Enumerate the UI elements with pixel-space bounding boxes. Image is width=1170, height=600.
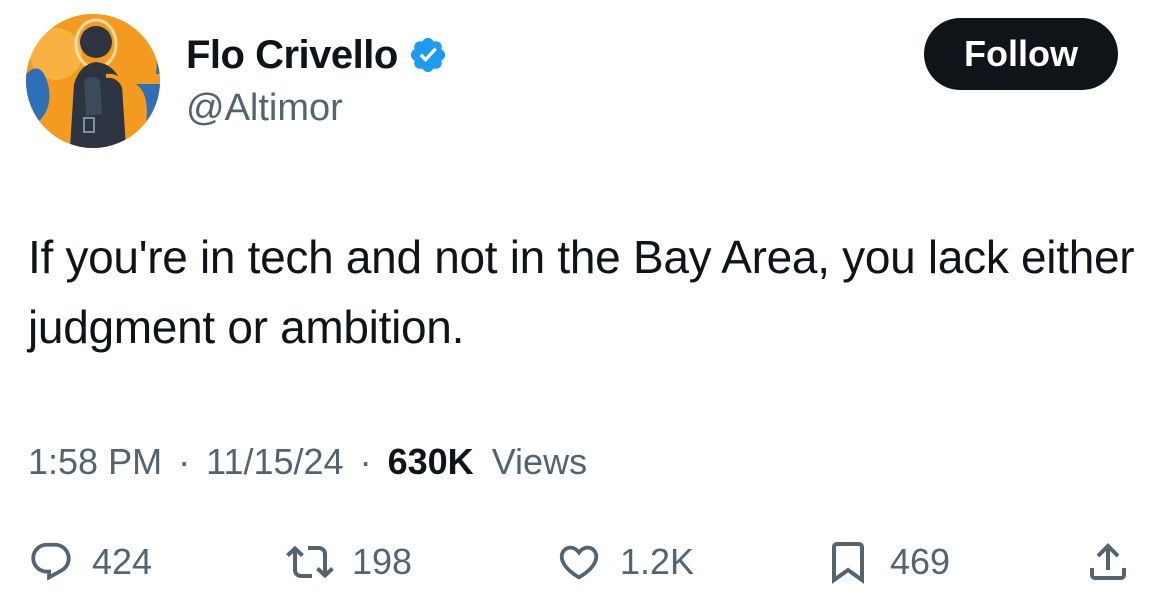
like-count: 1.2K (620, 541, 695, 582)
meta-separator: · (359, 441, 372, 482)
tweet-card: Flo Crivello @Altimor Follow If you're i… (0, 0, 1170, 600)
meta-separator: · (178, 441, 191, 482)
tweet-date[interactable]: 11/15/24 (206, 441, 343, 482)
follow-button[interactable]: Follow (924, 18, 1118, 90)
bookmark-count: 469 (890, 541, 951, 582)
author-handle[interactable]: @Altimor (186, 84, 343, 132)
reply-icon (28, 539, 74, 585)
tweet-time[interactable]: 1:58 PM (28, 441, 162, 482)
author-name-row: Flo Crivello (186, 30, 448, 80)
bookmark-button[interactable]: 469 (824, 530, 950, 594)
retweet-button[interactable]: 198 (286, 530, 412, 594)
share-button[interactable] (1084, 530, 1132, 594)
tweet-text: If you're in tech and not in the Bay Are… (28, 231, 1135, 353)
share-icon (1084, 538, 1132, 586)
author-display-name[interactable]: Flo Crivello (186, 30, 398, 80)
avatar[interactable] (26, 14, 160, 148)
views-count: 630K (387, 441, 474, 482)
bookmark-icon (824, 538, 872, 586)
avatar-image (26, 14, 160, 148)
retweet-count: 198 (352, 541, 413, 582)
action-bar: 424 198 1.2K 469 (0, 530, 1170, 594)
reply-button[interactable]: 424 (28, 530, 152, 594)
heart-icon (556, 539, 602, 585)
views-label: Views (491, 441, 588, 482)
verified-badge-icon[interactable] (408, 35, 448, 75)
retweet-icon (286, 538, 334, 586)
like-button[interactable]: 1.2K (556, 530, 694, 594)
tweet-meta: 1:58 PM · 11/15/24 · 630K Views (28, 438, 587, 486)
reply-count: 424 (92, 541, 153, 582)
